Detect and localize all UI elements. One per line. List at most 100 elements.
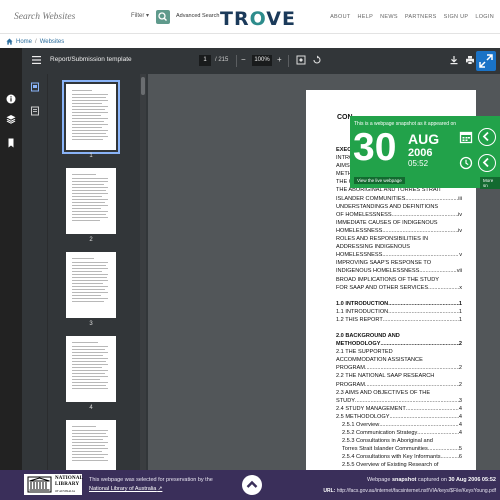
calendar-icon[interactable] [459, 130, 473, 144]
menu-icon[interactable] [32, 56, 41, 64]
toc-entry[interactable]: 1.1 INTRODUCTION .......................… [336, 308, 462, 316]
view-live-webpage-button[interactable]: View the live webpage [354, 177, 405, 184]
toc-entry[interactable]: 2.5.4 Consultations with Key Informants … [336, 453, 462, 461]
toc-entry[interactable]: 2.2 THE NATIONAL SAAP RESEARCH [336, 372, 462, 380]
info-icon[interactable] [6, 94, 16, 104]
toc-entry[interactable]: INDIGENOUS HOMELESSNESS ................… [336, 267, 462, 275]
zoom-out-button[interactable]: − [241, 56, 246, 64]
advanced-search-link[interactable]: Advanced Search [176, 13, 219, 19]
scroll-up-button[interactable] [242, 475, 262, 495]
toc-entry-title: ROLES AND RESPONSIBILITIES IN [336, 236, 429, 243]
thumbnail-sidebar-toggles [22, 74, 48, 470]
toc-entry[interactable]: 2.5.1 Overview .........................… [336, 421, 462, 429]
bookmark-icon[interactable] [6, 138, 16, 148]
toolbar-divider [236, 55, 237, 67]
nav-about[interactable]: ABOUT [330, 14, 350, 20]
previous-snapshot-button[interactable] [478, 128, 496, 146]
expand-button[interactable] [476, 51, 496, 71]
toc-entry[interactable]: 2.1 THE SUPPORTED [336, 348, 462, 356]
toc-entry[interactable]: BROAD IMPLICATIONS OF THE STUDY [336, 276, 462, 284]
toc-entry[interactable]: OF HOMELESSNESS ........................… [336, 211, 462, 219]
toc-page-number: v [459, 252, 462, 259]
snapshot-month: AUG [408, 131, 440, 147]
more-snapshots-button[interactable]: More sn [480, 177, 500, 189]
clock-icon[interactable] [459, 156, 473, 170]
toc-entry[interactable]: STUDY ..................................… [336, 397, 462, 405]
fit-page-icon[interactable] [296, 55, 306, 65]
toc-entry[interactable]: ROLES AND RESPONSIBILITIES IN [336, 235, 462, 243]
toc-leader-dots: ........................................… [382, 316, 459, 323]
toc-entry[interactable]: PROGRAM ................................… [336, 364, 462, 372]
search-button[interactable] [156, 10, 170, 24]
toc-entry-title: 1.0 INTRODUCTION [336, 300, 389, 307]
toc-entry-title: 2.4 STUDY MANAGEMENT [336, 405, 406, 412]
toc-page-number: 4 [458, 413, 462, 420]
capture-word: snapshot [391, 477, 417, 483]
nav-help[interactable]: HELP [358, 14, 374, 20]
toc-entry[interactable]: PROGRAM ................................… [336, 381, 462, 389]
toc-entry[interactable]: 1.2 THIS REPORT ........................… [336, 316, 462, 324]
toc-entry[interactable]: 2.3 AIMS AND OBJECTIVES OF THE [336, 389, 462, 397]
toc-entry[interactable]: 2.5.2 Communication Strategy ...........… [336, 429, 462, 437]
toc-entry[interactable]: HOMELESSNESS ...........................… [336, 251, 462, 259]
toc-leader-dots: ........................................… [382, 227, 458, 234]
toc-entry[interactable]: 2.5.5 Overview of Existing Research of [336, 461, 462, 469]
nav-sign-up[interactable]: SIGN UP [444, 14, 469, 20]
thumbnail-scrollbar-thumb[interactable] [141, 77, 145, 95]
toc-entry[interactable]: ISLANDER COMMUNITIES ...................… [336, 195, 462, 203]
toc-entry-title: 2.5.2 Communication Strategy [342, 430, 418, 437]
toc-entry-title: EXEC [336, 147, 352, 153]
toc-entry[interactable]: 1.0 INTRODUCTION .......................… [336, 300, 462, 308]
toc-leader-dots: ........................................… [427, 446, 459, 453]
page-thumbnail[interactable] [66, 252, 116, 318]
toc-entry[interactable]: 2.5.3 Consultations in Aboriginal and [336, 437, 462, 445]
page-thumbnail[interactable] [66, 168, 116, 234]
toc-entry-title: ACCOMMODATION ASSISTANCE [336, 357, 423, 364]
download-icon[interactable] [449, 55, 459, 65]
toc-entry[interactable]: UNDERSTANDINGS AND DEFINITIONS [336, 203, 462, 211]
filter-button[interactable]: Filter ▾ [131, 12, 149, 19]
toc-entry-title: HOMELESSNESS [336, 227, 383, 234]
nla-logo[interactable]: NATIONAL LIBRARY OF AUSTRALIA [24, 474, 83, 495]
toc-page-number: 4 [458, 405, 462, 412]
layers-icon[interactable] [6, 114, 16, 124]
breadcrumb-home[interactable]: Home [16, 39, 32, 45]
nav-login[interactable]: LOGIN [475, 14, 494, 20]
page-thumbnail[interactable] [62, 80, 120, 154]
page-thumbnail[interactable] [66, 336, 116, 402]
snapshot-url[interactable]: URL: http://facs.gov.au/internet/facsint… [323, 488, 496, 494]
nla-link[interactable]: National Library of Australia ↗ [89, 486, 162, 492]
thumbnail-scrollbar[interactable] [140, 74, 146, 470]
next-snapshot-button[interactable] [478, 154, 496, 172]
toc-leader-dots: ........................................… [380, 341, 459, 348]
toc-entry[interactable]: Torres Strait Islander Communities .....… [336, 445, 462, 453]
toc-entry[interactable]: 2.5 METHODOLOGY ........................… [336, 413, 462, 421]
logo-suffix: VE [266, 8, 296, 30]
toc-entry[interactable]: METHODOLOGY ............................… [336, 340, 462, 348]
toc-entry[interactable]: 2.0 BACKGROUND AND [336, 332, 462, 340]
nav-partners[interactable]: PARTNERS [405, 14, 437, 20]
toc-entry[interactable]: ACCOMMODATION ASSISTANCE [336, 356, 462, 364]
outline-view-icon[interactable] [30, 106, 40, 116]
zoom-level-input[interactable]: 100% [252, 55, 272, 66]
page-number-input[interactable]: 1 [199, 55, 211, 66]
trove-logo[interactable]: TROVE [220, 8, 296, 30]
toc-entry[interactable]: IMPROVING SAAP'S RESPONSE TO [336, 259, 462, 267]
toc-entry[interactable]: IMMEDIATE CAUSES OF INDIGENOUS [336, 219, 462, 227]
toc-entry[interactable]: 2.4 STUDY MANAGEMENT ...................… [336, 405, 462, 413]
toc-entry[interactable]: ADDRESSING INDIGENOUS [336, 243, 462, 251]
breadcrumb-current[interactable]: Websites [40, 39, 65, 45]
toc-entry[interactable]: FOR SAAP AND OTHER SERVICES ............… [336, 284, 462, 292]
toc-entry[interactable]: HOMELESSNESS ...........................… [336, 227, 462, 235]
page-thumbnail[interactable] [66, 420, 116, 470]
search-input[interactable] [14, 9, 124, 25]
nav-news[interactable]: NEWS [380, 14, 398, 20]
toc-entry-title: 1.2 THIS REPORT [336, 316, 383, 323]
zoom-in-button[interactable]: + [277, 56, 282, 64]
thumbnails-view-icon[interactable] [30, 82, 40, 92]
print-icon[interactable] [465, 55, 475, 65]
search-icon [158, 12, 167, 21]
rotate-icon[interactable] [312, 55, 322, 65]
toc-page-number: 2 [458, 365, 462, 372]
toc-entry-title: ISLANDER COMMUNITIES [336, 195, 406, 202]
